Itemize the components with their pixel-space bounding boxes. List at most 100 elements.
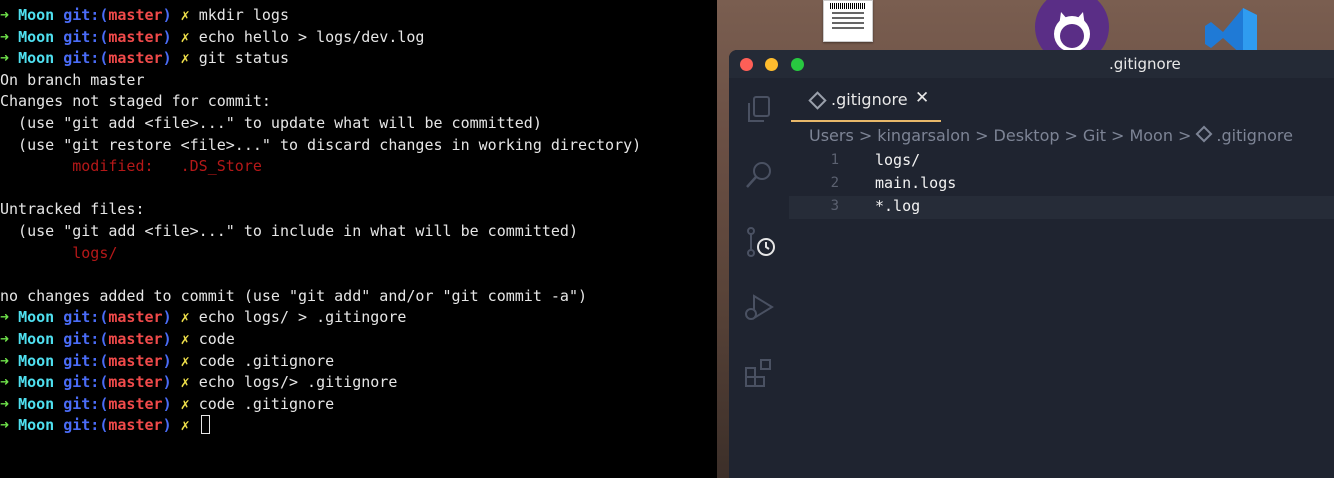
prompt-git-label: git:( bbox=[63, 308, 109, 327]
terminal-output-line: On branch master bbox=[0, 70, 145, 89]
desktop-file-icon[interactable] bbox=[823, 0, 873, 42]
breadcrumb-separator: > bbox=[1177, 126, 1192, 145]
prompt-dirty-mark: ✗ bbox=[180, 308, 190, 327]
prompt-directory: Moon bbox=[18, 394, 55, 413]
tab-gitignore[interactable]: .gitignore ✕ bbox=[791, 78, 941, 122]
prompt-arrow: ➜ bbox=[0, 6, 10, 24]
terminal-prompt-line: ➜ Moon git:(master) ✗ echo logs/ > .giti… bbox=[0, 307, 406, 328]
line-text: logs/ bbox=[875, 151, 921, 169]
breadcrumb: Users > kingarsalon > Desktop > Git > Moon > .giti… bbox=[809, 125, 1293, 148]
prompt-dirty-mark: ✗ bbox=[180, 49, 190, 68]
prompt-branch: master bbox=[108, 49, 163, 68]
terminal-prompt-line: ➜ Moon git:(master) ✗ git status bbox=[0, 48, 289, 69]
prompt-dirty-mark: ✗ bbox=[180, 394, 190, 413]
terminal-output-line: Untracked files: bbox=[0, 200, 145, 219]
prompt-branch: master bbox=[108, 394, 163, 413]
breadcrumb-item-git[interactable]: Git bbox=[1083, 126, 1106, 145]
source-control-icon[interactable] bbox=[742, 225, 776, 259]
prompt-directory: Moon bbox=[18, 49, 55, 68]
terminal-window[interactable]: ➜ Moon git:(master) ✗ mkdir logs ➜ Moon g… bbox=[0, 0, 717, 478]
terminal-status-file: logs/ bbox=[0, 243, 118, 262]
prompt-dirty-mark: ✗ bbox=[180, 351, 190, 370]
zoom-window-button[interactable] bbox=[791, 58, 804, 71]
editor-line[interactable]: 2 main.logs bbox=[789, 173, 1334, 196]
diamond-file-icon bbox=[808, 91, 827, 110]
prompt-git-close: ) bbox=[162, 330, 172, 348]
minimize-window-button[interactable] bbox=[765, 58, 778, 71]
prompt-git-label: git:( bbox=[63, 394, 109, 413]
close-tab-icon[interactable]: ✕ bbox=[915, 88, 929, 108]
prompt-arrow: ➜ bbox=[0, 394, 10, 413]
vscode-titlebar[interactable]: .gitignore bbox=[729, 50, 1334, 78]
search-icon[interactable] bbox=[742, 158, 776, 192]
prompt-git-close: ) bbox=[162, 27, 172, 46]
prompt-branch: master bbox=[108, 6, 163, 24]
explorer-icon[interactable] bbox=[742, 92, 776, 126]
terminal-command: code .gitignore bbox=[198, 351, 335, 370]
breadcrumb-separator: > bbox=[1064, 126, 1078, 145]
line-number: 3 bbox=[830, 198, 839, 214]
code-editor[interactable]: 1 logs/ 2 main.logs 3 *.log bbox=[789, 150, 1334, 478]
prompt-directory: Moon bbox=[18, 416, 55, 435]
prompt-git-label: git:( bbox=[63, 6, 109, 24]
prompt-git-close: ) bbox=[162, 49, 172, 68]
prompt-git-close: ) bbox=[162, 308, 172, 327]
terminal-command: code .gitignore bbox=[198, 394, 335, 413]
breadcrumb-item-kingarsalon[interactable]: kingarsalon bbox=[877, 126, 970, 145]
prompt-directory: Moon bbox=[18, 27, 55, 46]
prompt-arrow: ➜ bbox=[0, 49, 10, 68]
extensions-icon[interactable] bbox=[742, 356, 776, 390]
prompt-branch: master bbox=[108, 416, 163, 435]
vscode-window[interactable]: .gitignore .gitignore ✕ Users > kingarsa… bbox=[729, 50, 1334, 478]
terminal-command: code bbox=[198, 330, 235, 348]
prompt-branch: master bbox=[108, 330, 163, 348]
run-debug-icon[interactable] bbox=[742, 290, 776, 324]
terminal-cursor bbox=[200, 415, 210, 435]
prompt-git-label: git:( bbox=[63, 373, 109, 392]
terminal-prompt-line: ➜ Moon git:(master) ✗ echo hello > logs/… bbox=[0, 27, 424, 48]
terminal-command: mkdir logs bbox=[198, 6, 289, 24]
prompt-git-close: ) bbox=[162, 373, 172, 392]
terminal-prompt-line: ➜ Moon git:(master) ✗ mkdir logs bbox=[0, 5, 289, 26]
prompt-git-close: ) bbox=[162, 416, 172, 435]
prompt-arrow: ➜ bbox=[0, 27, 10, 46]
diamond-file-icon bbox=[1195, 125, 1213, 143]
prompt-git-close: ) bbox=[162, 394, 172, 413]
prompt-git-close: ) bbox=[162, 6, 172, 24]
terminal-prompt-line: ➜ Moon git:(master) ✗ echo logs/> .gitig… bbox=[0, 372, 397, 393]
editor-line-active[interactable]: 3 *.log bbox=[789, 196, 1334, 219]
terminal-prompt-line: ➜ Moon git:(master) ✗ code bbox=[0, 329, 235, 350]
breadcrumb-separator: > bbox=[975, 126, 989, 145]
close-window-button[interactable] bbox=[740, 58, 753, 71]
terminal-command: echo hello > logs/dev.log bbox=[198, 27, 425, 46]
breadcrumb-item-users[interactable]: Users bbox=[809, 126, 854, 145]
line-text: *.log bbox=[875, 197, 921, 215]
terminal-output-line: no changes added to commit (use "git add… bbox=[0, 286, 587, 305]
prompt-git-label: git:( bbox=[63, 330, 109, 348]
terminal-output-line: (use "git add <file>..." to update what … bbox=[0, 114, 542, 132]
prompt-dirty-mark: ✗ bbox=[180, 373, 190, 392]
tab-label: .gitignore bbox=[831, 90, 908, 109]
prompt-arrow: ➜ bbox=[0, 416, 10, 435]
prompt-arrow: ➜ bbox=[0, 351, 10, 370]
editor-line[interactable]: 1 logs/ bbox=[789, 150, 1334, 173]
activity-bar bbox=[729, 78, 789, 478]
prompt-git-label: git:( bbox=[63, 351, 109, 370]
line-number: 2 bbox=[830, 175, 839, 191]
line-text: main.logs bbox=[875, 174, 957, 192]
prompt-git-label: git:( bbox=[63, 49, 109, 68]
prompt-git-label: git:( bbox=[63, 416, 109, 435]
prompt-git-close: ) bbox=[162, 351, 172, 370]
vscode-desktop-icon[interactable] bbox=[1199, 6, 1259, 56]
breadcrumb-item-moon[interactable]: Moon bbox=[1129, 126, 1173, 145]
prompt-arrow: ➜ bbox=[0, 373, 10, 392]
breadcrumb-separator: > bbox=[858, 126, 873, 145]
terminal-command: echo logs/ > .gitingore bbox=[198, 308, 407, 327]
prompt-branch: master bbox=[108, 27, 163, 46]
prompt-dirty-mark: ✗ bbox=[180, 6, 190, 24]
terminal-output-line: (use "git restore <file>..." to discard … bbox=[0, 135, 642, 154]
prompt-branch: master bbox=[108, 373, 163, 392]
prompt-dirty-mark: ✗ bbox=[180, 27, 190, 46]
breadcrumb-item-desktop[interactable]: Desktop bbox=[994, 126, 1060, 145]
breadcrumb-item-file[interactable]: .gitignore bbox=[1216, 126, 1293, 145]
